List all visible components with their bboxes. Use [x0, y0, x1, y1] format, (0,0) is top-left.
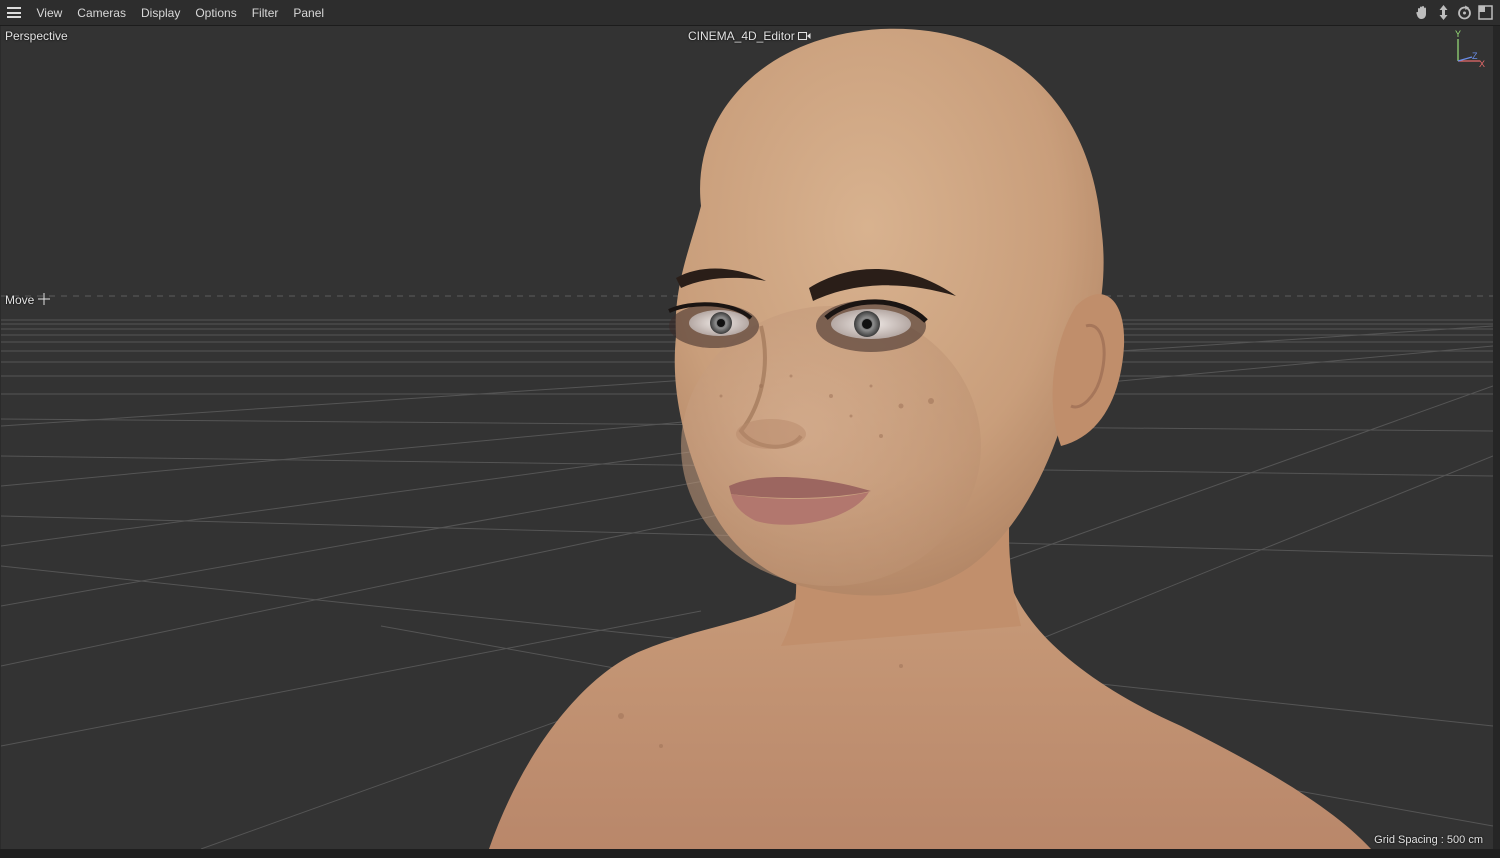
active-camera-name: CINEMA_4D_Editor	[688, 29, 795, 43]
axis-gizmo: Y Z X	[1455, 29, 1485, 69]
menu-options[interactable]: Options	[188, 0, 244, 26]
axis-y-label: Y	[1455, 29, 1461, 39]
move-tool-hud: Move	[5, 293, 50, 307]
hamburger-menu-icon[interactable]	[7, 7, 21, 18]
pan-hand-icon[interactable]	[1414, 4, 1431, 21]
grid-spacing-readout: Grid Spacing : 500 cm	[1374, 834, 1483, 846]
viewport-nav-icons	[1414, 4, 1494, 21]
menu-display[interactable]: Display	[133, 0, 187, 26]
camera-label[interactable]: Perspective	[5, 29, 68, 43]
viewport-bottom-border	[0, 849, 1500, 858]
viewport-right-border	[1493, 26, 1500, 849]
menu-panel[interactable]: Panel	[286, 0, 332, 26]
menu-filter[interactable]: Filter	[244, 0, 286, 26]
menu-view[interactable]: View	[29, 0, 70, 26]
viewport-menubar: View Cameras Display Options Filter Pane…	[0, 0, 1500, 26]
camera-icon	[798, 32, 811, 40]
perspective-viewport[interactable]: Perspective CINEMA_4D_Editor Move Grid S…	[1, 26, 1493, 849]
active-camera-label[interactable]: CINEMA_4D_Editor	[688, 29, 811, 43]
rotate-orbit-icon[interactable]	[1456, 4, 1473, 21]
maximize-view-icon[interactable]	[1477, 4, 1494, 21]
axis-z-label: Z	[1472, 51, 1478, 61]
dolly-move-icon[interactable]	[1435, 4, 1452, 21]
tool-label: Move	[5, 293, 35, 307]
menu-cameras[interactable]: Cameras	[70, 0, 134, 26]
axis-x-label: X	[1479, 59, 1485, 69]
viewport-scene	[1, 28, 1493, 849]
move-crosshair-icon	[37, 293, 50, 305]
